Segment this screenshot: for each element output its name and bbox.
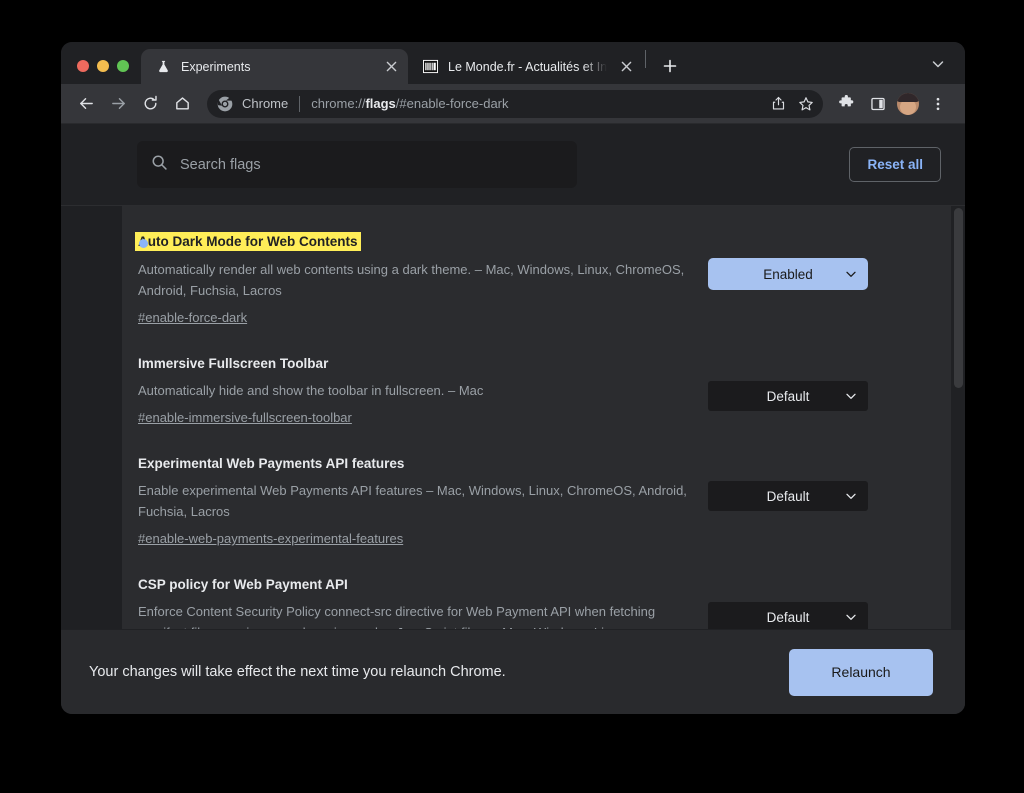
flags-search-row: Reset all [61,124,965,206]
flags-page: Reset all Auto Dark Mode for Web Content… [61,124,965,714]
flag-select[interactable]: Default [708,381,868,411]
maximize-window-button[interactable] [117,60,129,72]
tab-strip: Experiments Le Monde.fr - Actualités et … [61,42,965,84]
omnibox-actions [765,91,819,117]
flag-select[interactable]: Default [708,602,868,632]
reset-all-button[interactable]: Reset all [849,147,941,182]
omnibox-divider [299,95,301,112]
flag-row: Immersive Fullscreen Toolbar Automatical… [138,347,901,447]
flag-text-block: Experimental Web Payments API features E… [138,455,708,548]
chevron-down-icon [845,611,857,623]
relaunch-message: Your changes will take effect the next t… [89,664,506,680]
url-prefix: chrome:// [311,96,366,111]
flag-description: Enable experimental Web Payments API fea… [138,483,687,519]
flag-row: Experimental Web Payments API features E… [138,447,901,568]
bookmark-star-icon[interactable] [793,91,819,117]
avatar[interactable] [897,92,919,115]
close-icon[interactable] [382,58,400,76]
flag-select[interactable]: Enabled [708,258,868,290]
forward-arrow-icon[interactable] [103,89,133,119]
tab-title: Le Monde.fr - Actualités et Info [448,59,607,74]
flag-text-block: Immersive Fullscreen Toolbar Automatical… [138,355,708,427]
minimize-window-button[interactable] [97,60,109,72]
browser-toolbar: Chrome chrome://flags/#enable-force-dark [61,84,965,124]
le-monde-icon [422,59,438,75]
window-controls [61,60,141,84]
tab-le-monde[interactable]: Le Monde.fr - Actualités et Info [408,49,643,84]
chevron-down-icon [845,390,857,402]
flag-select[interactable]: Default [708,481,868,511]
relaunch-bar: Your changes will take effect the next t… [61,629,965,714]
tab-experiments[interactable]: Experiments [141,49,408,84]
flag-control: Default [708,381,868,411]
flag-row: Auto Dark Mode for Web Contents Automati… [135,224,901,347]
page-left-gutter [61,124,122,714]
url-suffix: /#enable-force-dark [395,96,509,111]
flag-text-block: Auto Dark Mode for Web Contents Automati… [135,232,708,327]
flags-list-inner: Auto Dark Mode for Web Contents Automati… [122,206,965,692]
flag-title: Immersive Fullscreen Toolbar [138,356,329,371]
back-arrow-icon[interactable] [71,89,101,119]
relaunch-button[interactable]: Relaunch [789,648,933,696]
url-bold-segment: flags [365,96,396,111]
flag-modified-dot [139,239,148,248]
side-panel-icon[interactable] [863,89,893,119]
address-bar[interactable]: Chrome chrome://flags/#enable-force-dark [207,89,823,118]
flag-description: Automatically render all web contents us… [138,262,685,298]
avatar-hair [897,92,919,102]
new-tab-button[interactable] [656,52,684,80]
flask-icon [155,59,171,75]
tab-separator [645,49,646,68]
flag-title: Auto Dark Mode for Web Contents [135,232,361,251]
flag-description: Automatically hide and show the toolbar … [138,383,484,398]
search-input[interactable] [180,156,563,173]
flag-permalink[interactable]: #enable-web-payments-experimental-featur… [138,530,403,548]
search-icon [151,154,168,176]
flag-control: Default [708,602,868,632]
flag-select-value: Default [766,488,810,504]
close-icon[interactable] [617,58,635,76]
extensions-puzzle-icon[interactable] [831,89,861,119]
chevron-down-icon [845,268,857,280]
omnibox-chip-label: Chrome [242,96,289,111]
flag-title: Experimental Web Payments API features [138,456,405,471]
search-flags-box[interactable] [137,141,577,188]
flag-permalink[interactable]: #enable-immersive-fullscreen-toolbar [138,409,352,427]
flag-select-value: Default [766,388,810,404]
chevron-down-icon[interactable] [925,51,951,77]
three-dot-menu-icon[interactable] [923,89,953,119]
omnibox-url: chrome://flags/#enable-force-dark [311,96,765,111]
close-window-button[interactable] [77,60,89,72]
flag-title: CSP policy for Web Payment API [138,577,348,592]
flag-permalink[interactable]: #enable-force-dark [138,309,247,327]
tab-title: Experiments [181,59,251,74]
browser-window: Experiments Le Monde.fr - Actualités et … [61,42,965,714]
flag-control: Enabled [708,258,868,290]
scrollbar-thumb[interactable] [954,208,963,388]
flag-select-value: Enabled [763,266,813,282]
flag-control: Default [708,481,868,511]
home-icon[interactable] [167,89,197,119]
reload-icon[interactable] [135,89,165,119]
chevron-down-icon [845,490,857,502]
flag-select-value: Default [766,609,810,625]
share-icon[interactable] [765,91,791,117]
chrome-logo-icon [217,96,233,112]
